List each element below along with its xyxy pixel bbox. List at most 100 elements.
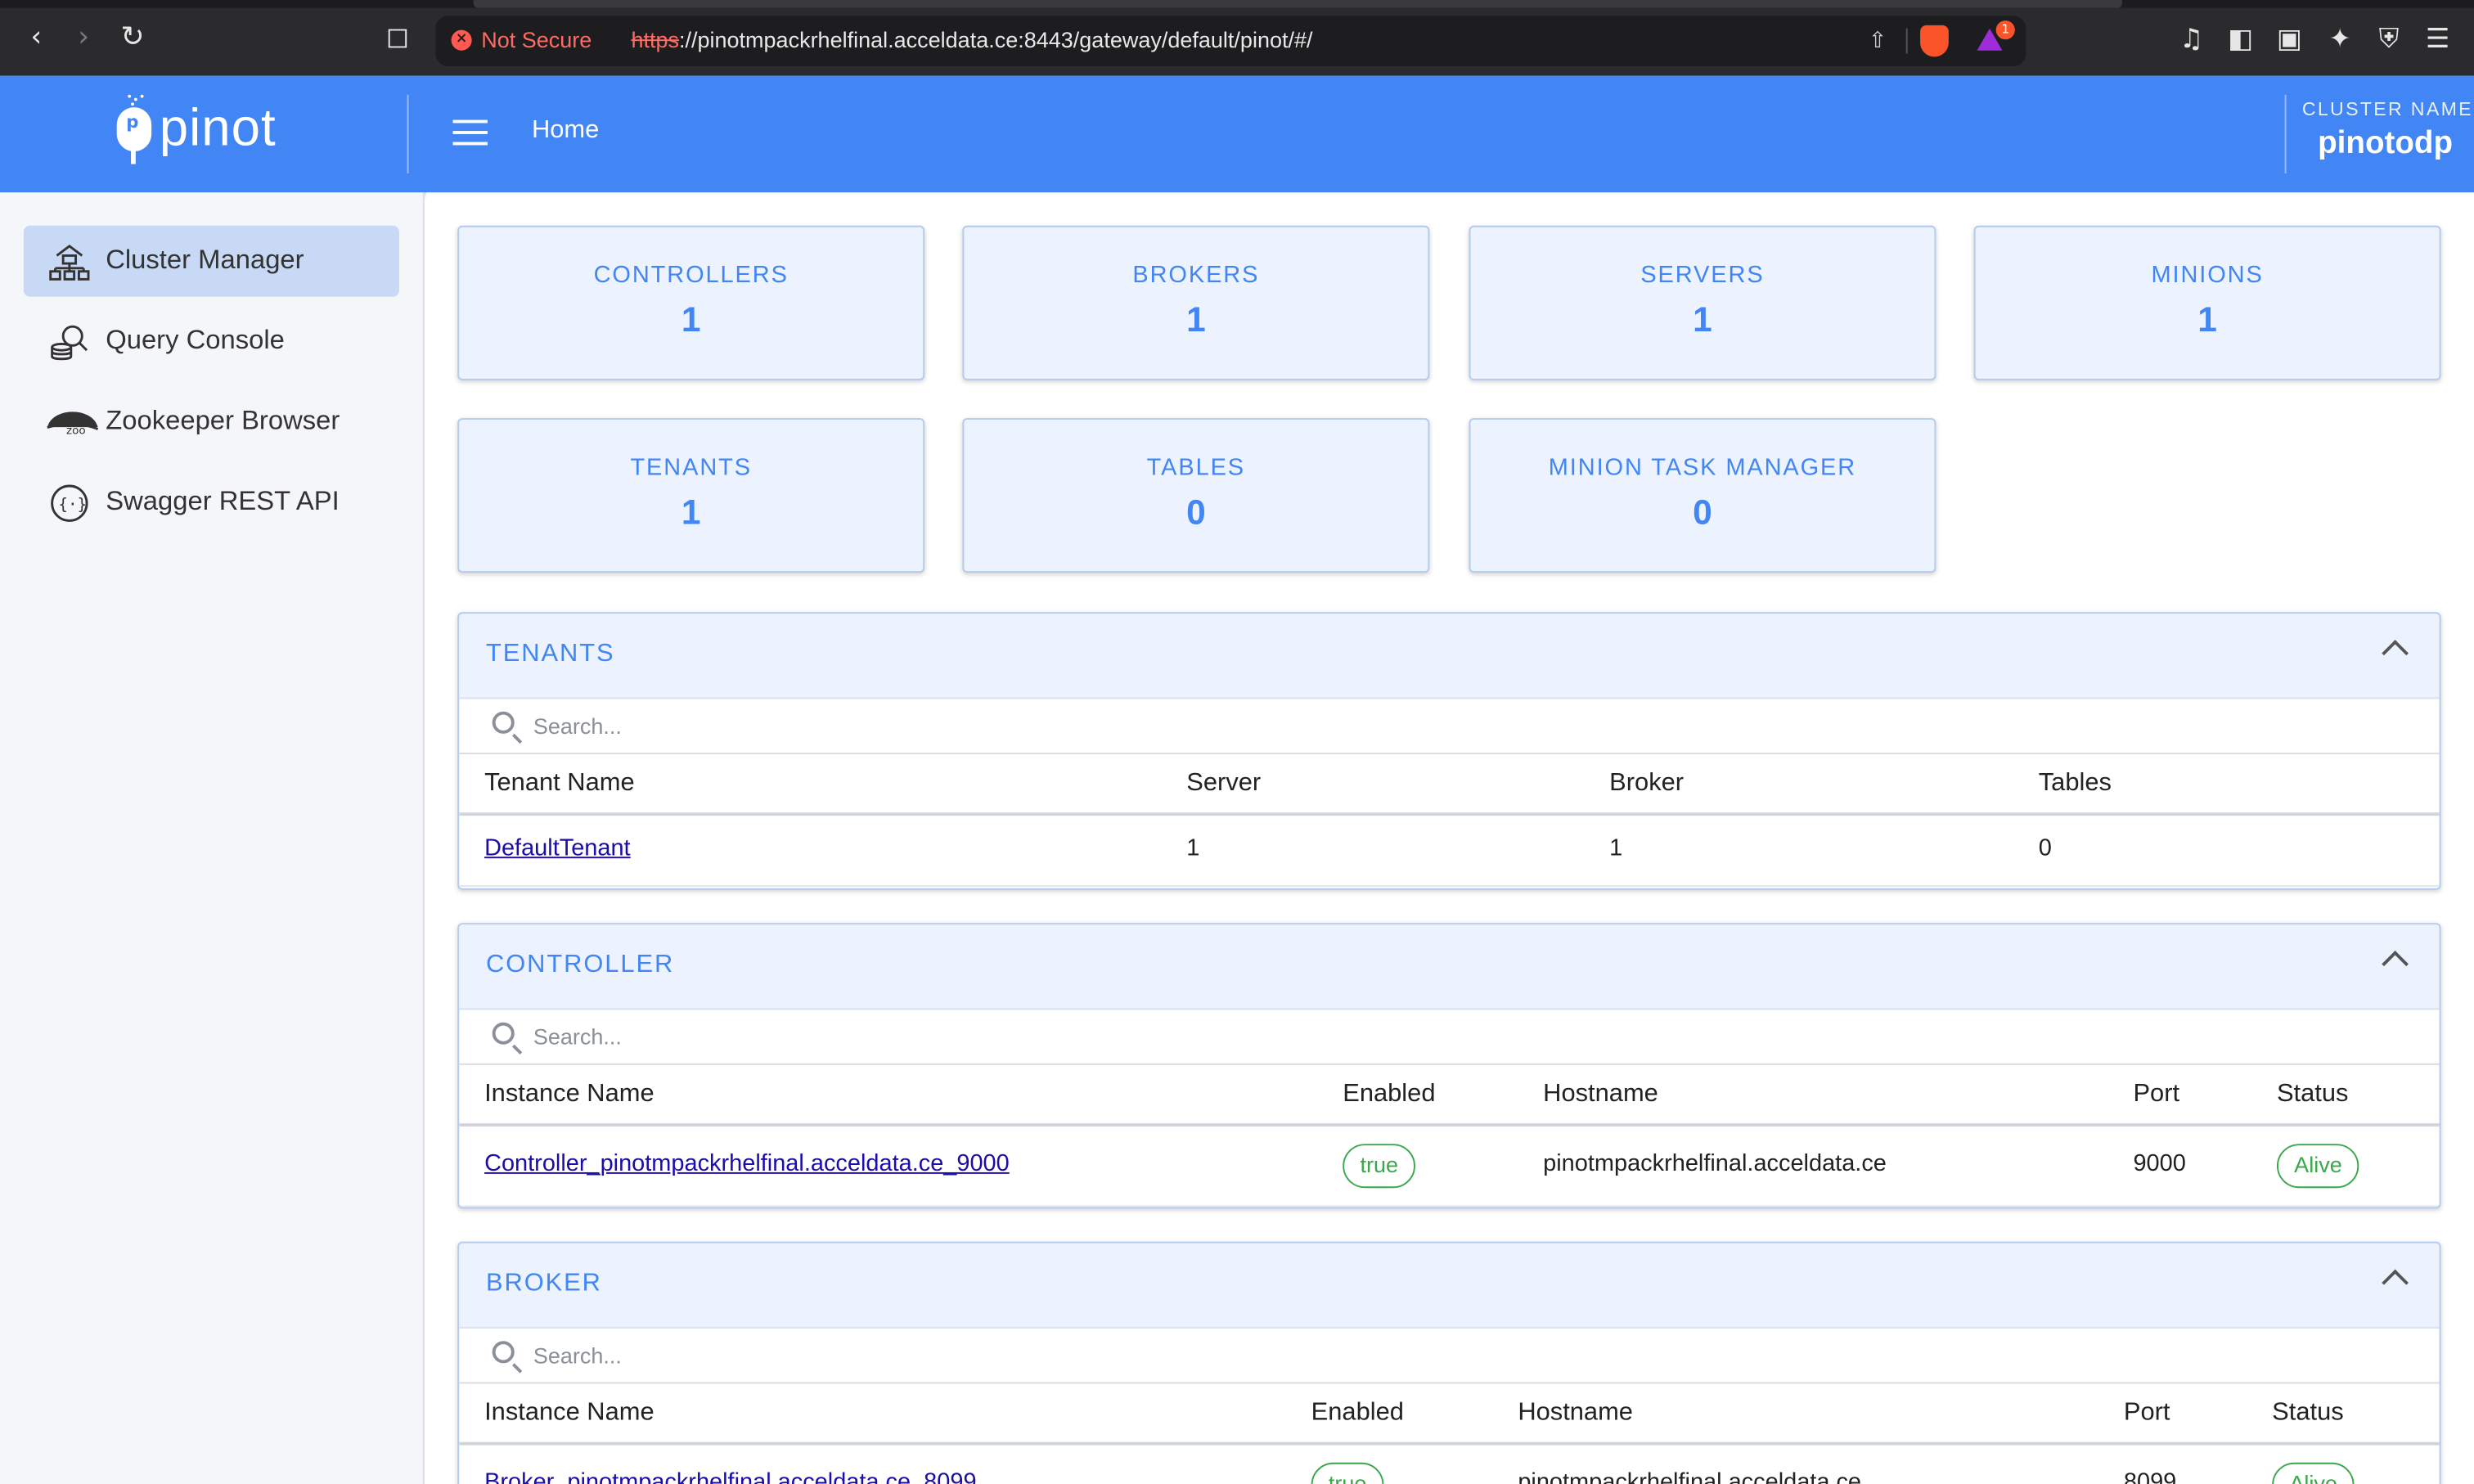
column-header[interactable]: Server	[1186, 770, 1261, 798]
card-servers[interactable]: SERVERS 1	[1469, 225, 1936, 380]
card-value: 1	[1186, 299, 1206, 340]
status-badge: Alive	[2272, 1462, 2355, 1484]
card-brokers[interactable]: BROKERS 1	[962, 225, 1430, 380]
card-value: 1	[681, 492, 701, 532]
tenants-search-input[interactable]	[533, 709, 1481, 742]
broker-search	[459, 1329, 2440, 1384]
wallet-icon[interactable]: ▣	[2272, 22, 2306, 56]
card-title: TABLES	[1146, 454, 1246, 482]
app-header: p pinot Home CLUSTER NAME pinotodp	[0, 75, 2474, 193]
broker-search-input[interactable]	[533, 1339, 1481, 1371]
card-tables[interactable]: TABLES 0	[962, 418, 1430, 573]
brave-shields-icon[interactable]	[1920, 25, 1949, 57]
broker-panel-header[interactable]: BROKER	[459, 1243, 2440, 1329]
address-bar[interactable]: × Not Secure https://pinotmpackrhelfinal…	[435, 16, 2026, 67]
url-divider	[1905, 28, 1908, 54]
vpn-icon[interactable]: ⛨	[2372, 22, 2406, 56]
search-icon	[492, 1022, 515, 1045]
column-header[interactable]: Instance Name	[484, 1081, 654, 1109]
card-tenants[interactable]: TENANTS 1	[457, 418, 925, 573]
instance-link[interactable]: Controller_pinotmpackrhelfinal.acceldata…	[484, 1150, 1010, 1177]
card-title: SERVERS	[1640, 262, 1765, 289]
cluster-info: CLUSTER NAME pinotodp	[2284, 94, 2472, 174]
main-content: CONTROLLERS 1 BROKERS 1 SERVERS 1 MINION…	[425, 192, 2474, 1484]
tenants-search	[459, 699, 2440, 754]
menu-icon[interactable]: ☰	[2420, 22, 2454, 56]
reload-icon[interactable]: ↻	[115, 20, 150, 55]
chevron-up-icon[interactable]	[2382, 951, 2409, 978]
logo-dots	[124, 94, 144, 107]
breadcrumb-home[interactable]: Home	[532, 117, 599, 146]
column-header[interactable]: Broker	[1609, 770, 1684, 798]
controller-search-input[interactable]	[533, 1020, 1481, 1053]
chevron-up-icon[interactable]	[2382, 1269, 2409, 1297]
sidebar-item-label: Query Console	[106, 325, 285, 355]
card-value: 0	[1186, 492, 1206, 532]
sidebar-item-query-console[interactable]: Query Console	[24, 306, 399, 377]
browser-toolbar: ‹ › ↻ ◻ × Not Secure https://pinotmpackr…	[0, 0, 2474, 76]
table-cell: 0	[2038, 834, 2052, 862]
card-title: BROKERS	[1132, 262, 1260, 289]
table-header: Instance Name Enabled Hostname Port Stat…	[459, 1065, 2440, 1127]
svg-text:zoo: zoo	[66, 424, 86, 437]
url-path: ://pinotmpackrhelfinal.acceldata.ce:8443…	[678, 26, 1313, 52]
column-header[interactable]: Instance Name	[484, 1400, 654, 1428]
tenants-panel-header[interactable]: TENANTS	[459, 614, 2440, 699]
logo-text: pinot	[159, 97, 277, 156]
controller-panel: CONTROLLER Instance Name Enabled Hostnam…	[457, 923, 2441, 1209]
column-header[interactable]: Enabled	[1311, 1400, 1404, 1428]
column-header[interactable]: Port	[2133, 1081, 2179, 1109]
column-header[interactable]: Hostname	[1543, 1081, 1658, 1109]
search-icon	[492, 1341, 515, 1364]
not-secure-label[interactable]: Not Secure	[481, 27, 592, 52]
chevron-up-icon[interactable]	[2382, 640, 2409, 667]
tenants-panel: TENANTS Tenant Name Server Broker Tables…	[457, 612, 2441, 890]
url-protocol: https	[631, 26, 679, 52]
status-badge: Alive	[2276, 1144, 2359, 1189]
bookmark-icon[interactable]: ◻	[380, 20, 415, 55]
share-icon[interactable]: ⇧	[1862, 25, 1894, 57]
controller-panel-header[interactable]: CONTROLLER	[459, 924, 2440, 1010]
cluster-name-label: CLUSTER NAME	[2301, 97, 2473, 120]
column-header[interactable]: Port	[2124, 1400, 2170, 1428]
column-header[interactable]: Status	[2272, 1400, 2343, 1428]
table-header: Instance Name Enabled Hostname Port Stat…	[459, 1383, 2440, 1446]
sidebar-item-label: Swagger REST API	[106, 486, 340, 516]
forward-icon[interactable]: ›	[66, 20, 101, 55]
column-header[interactable]: Enabled	[1343, 1081, 1435, 1109]
sidebar-item-zookeeper-browser[interactable]: zoo Zookeeper Browser	[24, 387, 399, 458]
enabled-badge: true	[1311, 1462, 1384, 1484]
query-icon	[46, 322, 93, 362]
sidebar-toggle-icon[interactable]: ◧	[2223, 22, 2257, 56]
media-icon[interactable]: ♫	[2175, 22, 2209, 56]
card-minion-task-manager[interactable]: MINION TASK MANAGER 0	[1469, 418, 1936, 573]
column-header[interactable]: Tables	[2039, 770, 2112, 798]
hamburger-menu-icon[interactable]	[452, 119, 488, 146]
logo-bulb-icon: p	[116, 107, 152, 152]
table-cell: pinotmpackrhelfinal.acceldata.ce	[1543, 1149, 1887, 1177]
card-controllers[interactable]: CONTROLLERS 1	[457, 225, 925, 380]
tenant-link[interactable]: DefaultTenant	[484, 834, 631, 861]
header-divider	[407, 94, 409, 174]
pinot-logo[interactable]: p pinot	[114, 94, 303, 168]
card-value: 1	[2197, 299, 2217, 340]
sidebar-item-label: Zookeeper Browser	[106, 405, 340, 436]
rewards-badge: 1	[1995, 20, 2015, 40]
url-text[interactable]: https://pinotmpackrhelfinal.acceldata.ce…	[631, 27, 1312, 52]
sidebar-item-cluster-manager[interactable]: Cluster Manager	[23, 225, 399, 297]
card-title: CONTROLLERS	[593, 262, 789, 289]
table-cell: pinotmpackrhelfinal.acceldata.ce	[1518, 1468, 1862, 1484]
panel-title: TENANTS	[486, 641, 615, 668]
table-row: Controller_pinotmpackrhelfinal.acceldata…	[459, 1126, 2440, 1207]
back-icon[interactable]: ‹	[19, 20, 53, 55]
column-header[interactable]: Hostname	[1518, 1400, 1633, 1428]
zookeeper-icon: zoo	[46, 402, 99, 443]
svg-text:{·}: {·}	[58, 495, 87, 514]
card-value: 0	[1693, 492, 1712, 532]
column-header[interactable]: Status	[2277, 1081, 2348, 1109]
leo-ai-icon[interactable]: ✦	[2323, 22, 2357, 56]
instance-link[interactable]: Broker_pinotmpackrhelfinal.acceldata.ce_…	[484, 1469, 976, 1484]
sidebar-item-swagger-rest-api[interactable]: {·} Swagger REST API	[24, 467, 399, 538]
card-minions[interactable]: MINIONS 1	[1973, 225, 2441, 380]
column-header[interactable]: Tenant Name	[484, 770, 635, 798]
